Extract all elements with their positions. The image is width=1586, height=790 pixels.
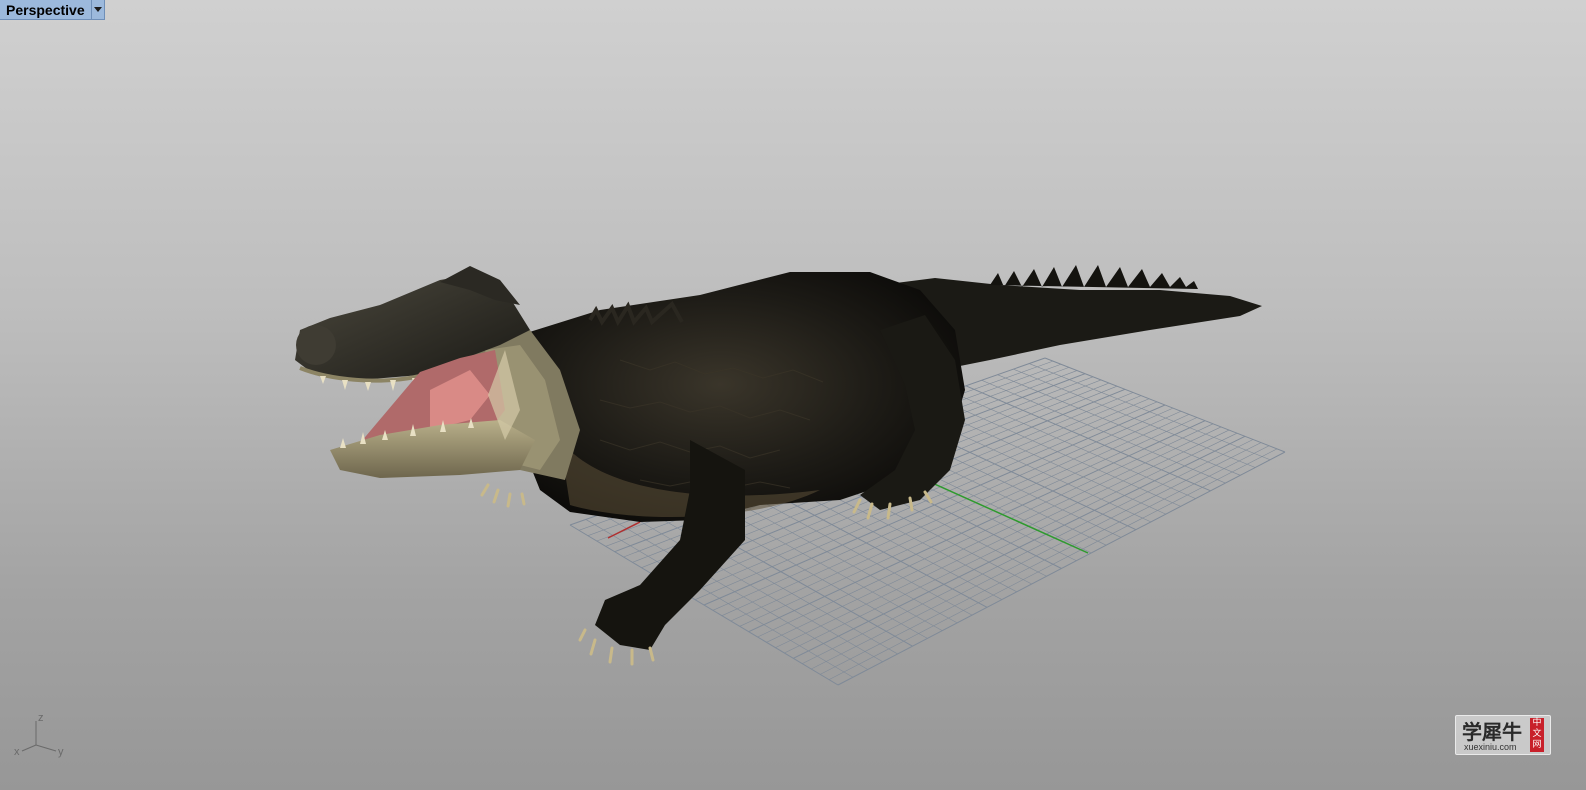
watermark-url: xuexiniu.com — [1464, 742, 1517, 752]
world-axes-widget: z x y — [14, 715, 64, 758]
chevron-down-icon — [93, 7, 102, 12]
viewport-menu-button[interactable] — [90, 0, 104, 19]
badge-char: 网 — [1532, 740, 1542, 750]
grid-line — [1013, 368, 1256, 468]
grid-line — [1044, 357, 1286, 453]
axis-z-label: z — [38, 715, 44, 724]
grid-line — [1029, 363, 1271, 461]
watermark-logo: 学犀牛 xuexiniu.com 中 文 网 — [1455, 715, 1551, 755]
badge-char: 中 — [1532, 718, 1542, 728]
axis-x-label: x — [14, 746, 20, 758]
scene-canvas[interactable] — [0, 0, 1586, 790]
watermark-main-text: 学犀牛 — [1462, 720, 1522, 744]
perspective-viewport[interactable]: Perspective z x y 学犀牛 xuexiniu.com 中 文 网 — [0, 0, 1586, 790]
viewport-title[interactable]: Perspective — [0, 0, 91, 19]
viewport-title-tab[interactable]: Perspective — [0, 0, 105, 20]
badge-char: 文 — [1532, 729, 1542, 739]
watermark-badge: 中 文 网 — [1530, 718, 1544, 752]
axis-y-label: y — [58, 746, 64, 758]
